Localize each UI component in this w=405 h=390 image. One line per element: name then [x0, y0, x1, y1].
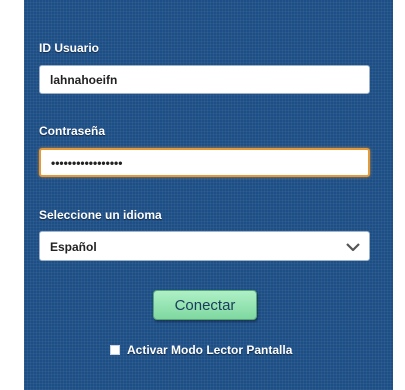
language-select[interactable]: Español — [39, 231, 370, 261]
chevron-down-icon — [346, 243, 360, 252]
password-label: Contraseña — [39, 124, 106, 138]
screen-reader-label: Activar Modo Lector Pantalla — [127, 343, 293, 357]
language-select-value: Español — [50, 240, 97, 254]
connect-button[interactable]: Conectar — [153, 290, 257, 320]
login-panel: ID Usuario Contraseña Seleccione un idio… — [24, 0, 393, 390]
user-id-input[interactable] — [39, 65, 370, 94]
user-id-label: ID Usuario — [39, 41, 100, 55]
screen-reader-checkbox[interactable] — [110, 345, 120, 355]
password-input[interactable] — [39, 148, 370, 177]
language-label: Seleccione un idioma — [39, 208, 162, 222]
